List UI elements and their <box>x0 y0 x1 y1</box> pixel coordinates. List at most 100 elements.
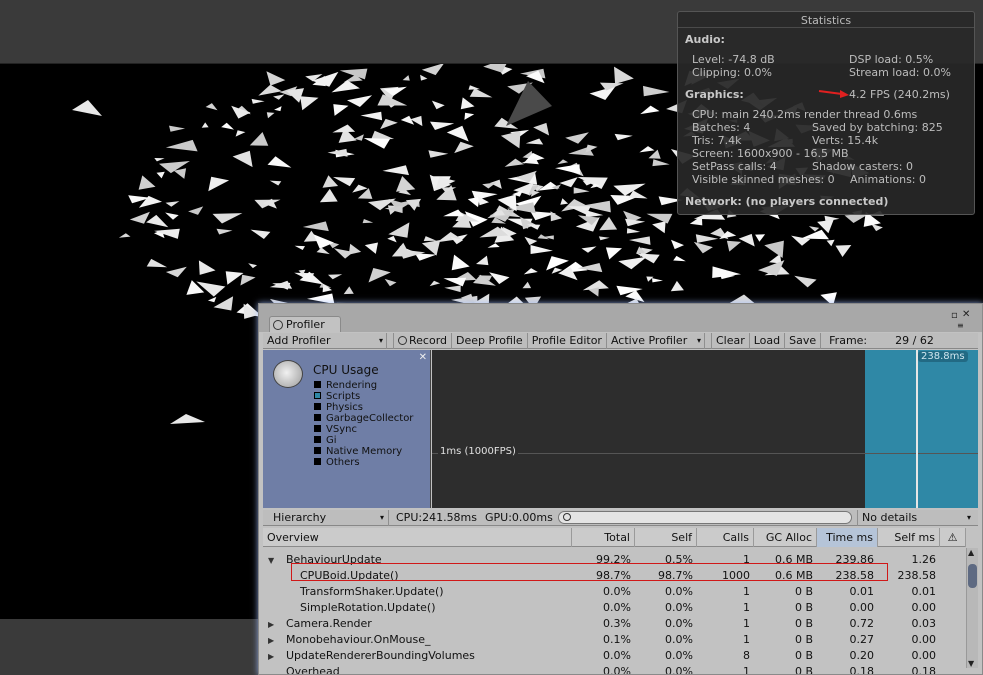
legend-label: Gi <box>326 435 337 446</box>
boid <box>250 229 271 239</box>
details-dropdown[interactable]: No details <box>857 510 975 526</box>
legend-item[interactable]: Scripts <box>314 391 360 402</box>
boid <box>232 150 253 168</box>
maximize-icon[interactable]: ▫ <box>951 310 958 321</box>
load-button[interactable]: Load <box>750 332 786 349</box>
legend-swatch-icon <box>314 381 321 388</box>
boid <box>384 278 397 287</box>
boid <box>835 245 852 257</box>
active-profiler-dropdown[interactable]: Active Profiler <box>607 332 705 349</box>
legend-item[interactable]: Others <box>314 457 360 468</box>
cell-calls: 1 <box>743 665 750 674</box>
frame-cursor[interactable] <box>916 350 918 508</box>
cell-total: 0.3% <box>603 617 631 630</box>
boid <box>585 144 598 153</box>
cell-time: 0.20 <box>849 649 875 662</box>
table-row[interactable]: Overhead 0.0% 0.0% 1 0 B 0.18 0.18 <box>263 664 966 674</box>
cpu-usage-legend[interactable]: ✕ CPU Usage Rendering Scripts Physics Garba… <box>263 350 431 508</box>
boid <box>360 111 383 121</box>
tab-profiler[interactable]: Profiler <box>269 316 341 332</box>
stream-load: Stream load: 0.0% <box>849 66 951 79</box>
warning-icon[interactable]: ⚠ <box>940 528 966 547</box>
view-mode-dropdown[interactable]: Hierarchy <box>265 510 389 526</box>
boid <box>363 138 391 149</box>
column-header[interactable]: Total <box>572 528 635 547</box>
legend-swatch-icon <box>314 414 321 421</box>
cell-self: 0.0% <box>665 617 693 630</box>
collapsed-arrow-icon[interactable]: ▶ <box>268 652 274 661</box>
legend-item[interactable]: Gi <box>314 435 337 446</box>
legend-item[interactable]: Native Memory <box>314 446 402 457</box>
search-input[interactable] <box>558 511 852 524</box>
boid <box>420 74 428 81</box>
column-header[interactable]: Calls <box>697 528 754 547</box>
boid <box>331 80 360 93</box>
boid <box>251 98 265 104</box>
add-profiler-dropdown[interactable]: Add Profiler <box>263 332 387 349</box>
table-row[interactable]: ▶ UpdateRendererBoundingVolumes 0.0% 0.0% 8 0… <box>263 648 966 664</box>
scrollbar-thumb[interactable] <box>968 564 977 588</box>
boid <box>165 212 179 220</box>
column-header[interactable]: Overview <box>263 528 572 547</box>
table-row[interactable]: TransformShaker.Update() 0.0% 0.0% 1 0 B 0.01… <box>263 584 966 600</box>
table-row[interactable]: ▶ Monobehaviour.OnMouse_ 0.1% 0.0% 1 0 B 0.27 0… <box>263 632 966 648</box>
save-label: Save <box>789 333 817 347</box>
boid <box>550 211 562 222</box>
legend-item[interactable]: Physics <box>314 402 363 413</box>
scroll-down-icon[interactable]: ▼ <box>968 659 974 668</box>
boid <box>671 239 684 250</box>
cell-calls: 1 <box>743 585 750 598</box>
boid <box>364 242 378 254</box>
boid <box>614 133 633 141</box>
cpu-usage-graph[interactable]: 1ms (1000FPS) 238.8ms <box>432 350 978 508</box>
boid <box>213 296 234 311</box>
boid <box>188 206 204 215</box>
scroll-up-icon[interactable]: ▲ <box>968 548 974 557</box>
tab-profiler-label: Profiler <box>286 318 325 331</box>
table-scrollbar[interactable]: ▲ ▼ <box>966 548 978 668</box>
cell-calls: 8 <box>743 649 750 662</box>
setpass-readout: SetPass calls: 4 <box>692 160 777 173</box>
save-button[interactable]: Save <box>785 332 822 349</box>
cell-total: 0.0% <box>603 649 631 662</box>
expanded-arrow-icon[interactable]: ▼ <box>268 556 274 565</box>
annotation-arrow-icon <box>818 90 849 98</box>
details-label: No details <box>862 511 918 524</box>
column-header[interactable]: GC Alloc <box>754 528 817 547</box>
boid <box>504 158 524 167</box>
column-header[interactable]: Self ms <box>878 528 940 547</box>
cell-gc: 0 B <box>794 601 813 614</box>
close-module-icon[interactable]: ✕ <box>419 352 427 363</box>
boid <box>225 271 244 285</box>
boid <box>201 122 209 128</box>
legend-item[interactable]: GarbageCollector <box>314 413 413 424</box>
boid <box>469 88 493 98</box>
cpu-usage-title: CPU Usage <box>313 363 379 377</box>
legend-label: Physics <box>326 402 363 413</box>
boid <box>476 255 489 266</box>
boid <box>640 105 660 115</box>
collapsed-arrow-icon[interactable]: ▶ <box>268 636 274 645</box>
cell-self: 0.0% <box>665 649 693 662</box>
boid <box>546 256 569 271</box>
frame-counter: 29 / 62 <box>895 333 934 347</box>
boid <box>764 240 784 258</box>
verts-readout: Verts: 15.4k <box>812 134 879 147</box>
profile-editor-button[interactable]: Profile Editor <box>528 332 607 349</box>
legend-item[interactable]: Rendering <box>314 380 377 391</box>
column-header[interactable]: Time ms <box>817 528 878 547</box>
legend-item[interactable]: VSync <box>314 424 357 435</box>
close-icon[interactable]: ✕ <box>962 309 970 320</box>
column-header[interactable]: Self <box>635 528 697 547</box>
clear-button[interactable]: Clear <box>710 332 750 349</box>
table-row[interactable]: SimpleRotation.Update() 0.0% 0.0% 1 0 B 0.00 0… <box>263 600 966 616</box>
table-row[interactable]: ▶ Camera.Render 0.3% 0.0% 1 0 B 0.72 0.03 <box>263 616 966 632</box>
window-menu-icon[interactable]: ≡ <box>957 321 964 330</box>
deep-profile-button[interactable]: Deep Profile <box>452 332 528 349</box>
legend-swatch-icon <box>314 425 321 432</box>
collapsed-arrow-icon[interactable]: ▶ <box>268 620 274 629</box>
boid <box>156 171 165 179</box>
record-button[interactable]: Record <box>393 332 453 349</box>
legend-swatch-icon <box>314 436 321 443</box>
boid <box>585 210 604 218</box>
